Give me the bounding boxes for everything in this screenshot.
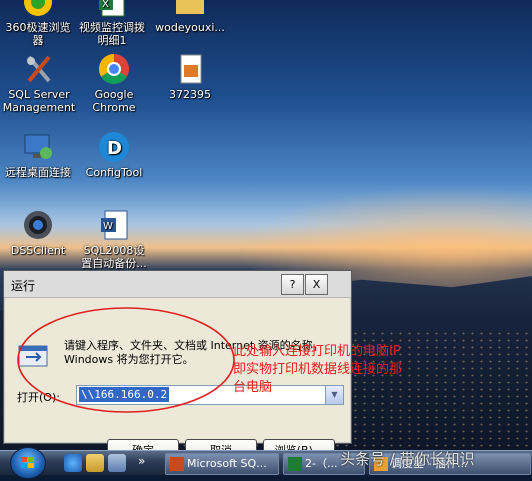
remote-desktop-icon bbox=[22, 131, 54, 163]
desktop-icon-wodeyouxi[interactable]: wodeyouxi... bbox=[150, 0, 230, 34]
help-button[interactable]: ? bbox=[281, 274, 304, 295]
svg-text:W: W bbox=[103, 221, 113, 232]
annotation-line: 台电脑 bbox=[233, 380, 273, 395]
dssclient-camera-icon bbox=[22, 209, 54, 241]
desktop-icon-remote-desktop[interactable]: 远程桌面连接 bbox=[0, 131, 78, 179]
run-dialog-title: 运行 bbox=[11, 279, 36, 293]
chrome-icon bbox=[98, 53, 130, 85]
desktop-icon-label: wodeyouxi... bbox=[155, 21, 225, 34]
desktop-icon-label: 置自动备份... bbox=[81, 257, 147, 270]
annotation-text: 此处输入连接打印机的电脑IP 即实物打印机数据线连接的那 台电脑 bbox=[233, 343, 448, 397]
close-button[interactable]: X bbox=[305, 274, 328, 295]
folder-icon bbox=[174, 0, 206, 18]
desktop-icon-sql2008-backup[interactable]: W SQL2008设 置自动备份... bbox=[74, 209, 154, 270]
desktop-icon-label: 372395 bbox=[169, 88, 211, 101]
desktop-icon-label: Chrome bbox=[92, 101, 136, 114]
sql-server-tools-icon bbox=[23, 53, 55, 85]
desktop-icon-label: SQL Server bbox=[8, 88, 70, 101]
desktop-icon-sql-server-management[interactable]: SQL Server Management bbox=[0, 53, 79, 114]
desktop-icon-360-browser[interactable]: 360极速浏览 器 bbox=[0, 0, 78, 47]
desktop-icon-label: Google bbox=[94, 88, 134, 101]
explorer-icon[interactable] bbox=[86, 454, 104, 472]
desktop-icon-configtool[interactable]: D ConfigTool bbox=[74, 131, 154, 179]
run-program-icon bbox=[18, 342, 52, 370]
desktop-icon-label: SQL2008设 bbox=[83, 244, 145, 257]
taskbar-item-sql[interactable]: Microsoft SQ... bbox=[165, 453, 279, 475]
open-input[interactable]: \\166.166.0.2 bbox=[79, 387, 170, 402]
annotation-line: 此处输入连接打印机的电脑IP bbox=[233, 344, 401, 359]
desktop-icon-video-detail[interactable]: X 视频监控调拨 明细1 bbox=[72, 0, 152, 47]
svg-text:X: X bbox=[102, 0, 109, 10]
word-document-icon: W bbox=[98, 209, 130, 241]
more-quicklaunch-icon[interactable]: » bbox=[138, 454, 145, 468]
open-label: 打开(O): bbox=[17, 391, 60, 404]
desktop-icon-label: 远程桌面连接 bbox=[5, 166, 71, 179]
watermark: 头条号 / 带你长知识 bbox=[340, 450, 475, 468]
desktop-icon-label: 360极速浏览 bbox=[5, 21, 71, 34]
ie-icon[interactable] bbox=[64, 454, 82, 472]
desktop-icon-label: 器 bbox=[32, 34, 44, 47]
desktop-icon-372395[interactable]: 372395 bbox=[150, 53, 230, 101]
desktop-icon-label: DSSClient bbox=[10, 244, 66, 257]
sql-server-tools-icon bbox=[170, 457, 184, 471]
configtool-icon: D bbox=[98, 131, 130, 163]
run-dialog-titlebar[interactable]: 运行 ? X bbox=[4, 271, 351, 298]
desktop-icon-google-chrome[interactable]: Google Chrome bbox=[74, 53, 154, 114]
taskbar-item-label: Microsoft SQ... bbox=[187, 457, 267, 470]
desktop-icon-label: Management bbox=[2, 101, 76, 114]
taskbar-item-label: 2-（... bbox=[305, 457, 338, 470]
excel-file-icon: X bbox=[96, 0, 128, 18]
excel-file-icon bbox=[288, 457, 302, 471]
browser-360-icon bbox=[22, 0, 54, 18]
start-button[interactable] bbox=[10, 447, 46, 479]
document-icon bbox=[174, 53, 206, 85]
desktop-icon-label: 明细1 bbox=[97, 34, 127, 47]
desktop-icon-dssclient[interactable]: DSSClient bbox=[0, 209, 78, 257]
desktop-icon-label: 视频监控调拨 bbox=[79, 21, 145, 34]
desktop-show-icon[interactable] bbox=[108, 454, 126, 472]
svg-text:D: D bbox=[107, 138, 122, 159]
annotation-line: 即实物打印机数据线连接的那 bbox=[233, 362, 403, 377]
desktop-icon-label: ConfigTool bbox=[85, 166, 143, 179]
